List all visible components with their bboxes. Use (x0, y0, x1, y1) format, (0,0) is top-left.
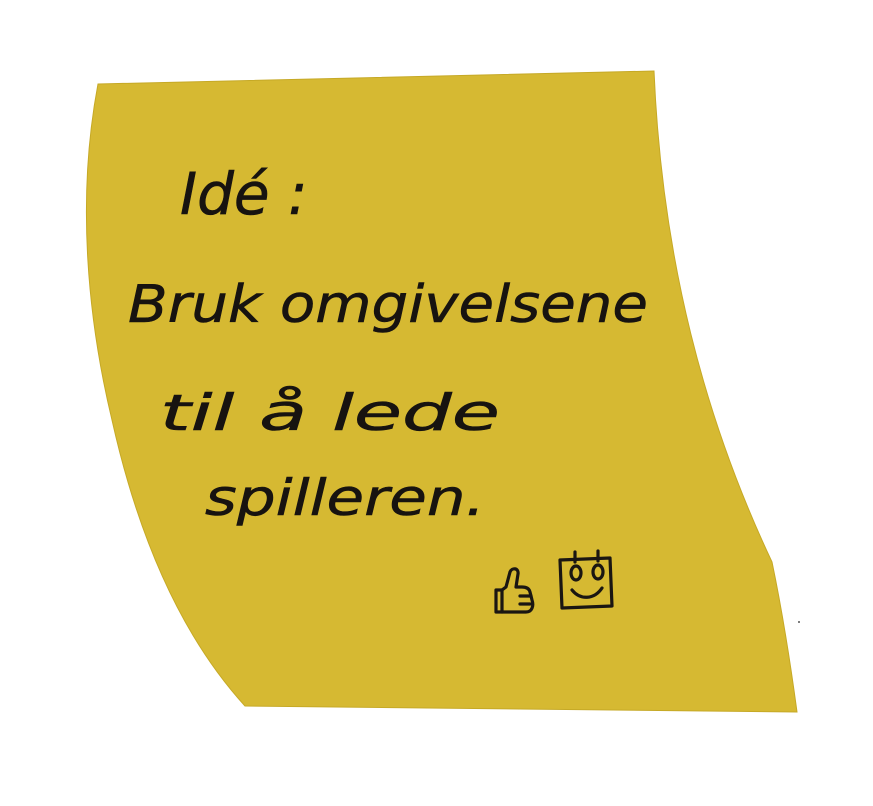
note-line-4: spilleren. (205, 469, 485, 527)
note-line-2: Bruk omgivelsene (128, 275, 648, 335)
canvas: Idé : Bruk omgivelsene til å lede spille… (85, 70, 800, 713)
note-line-3: til å lede (160, 384, 500, 442)
paper-speck (798, 621, 800, 623)
note-line-title: Idé : (180, 160, 308, 228)
